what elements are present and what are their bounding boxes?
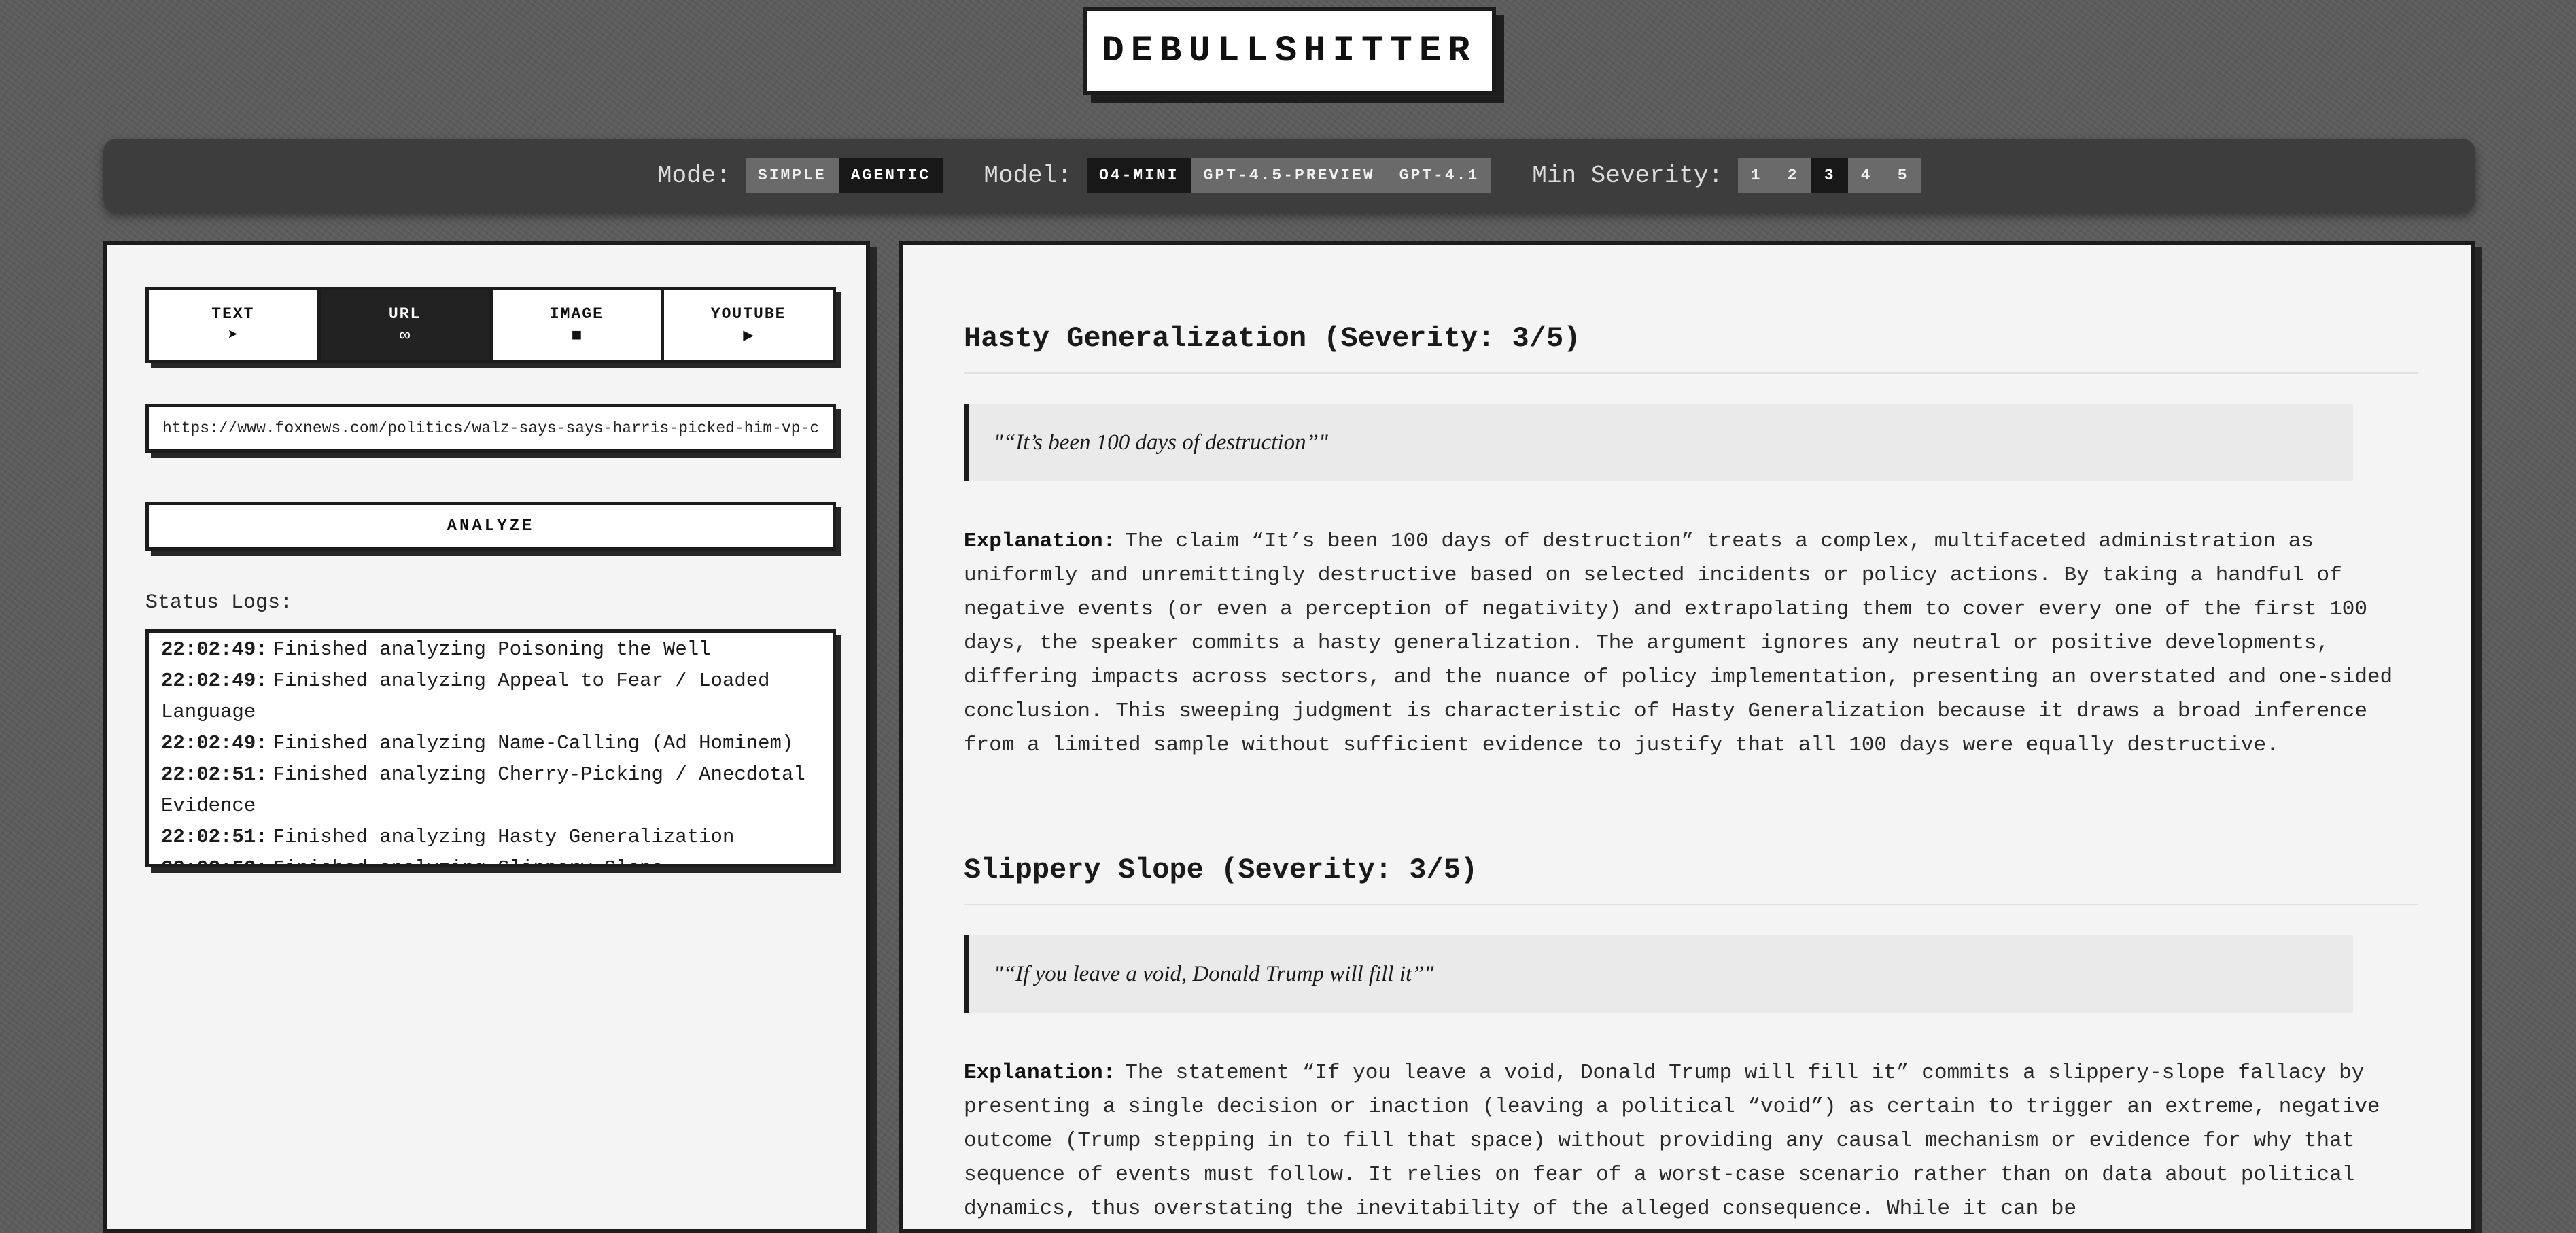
model-o4-mini-button[interactable]: O4-MINI [1086,158,1191,193]
mode-selector: SIMPLE AGENTIC [745,158,943,193]
log-entry: 22:02:51: Finished analyzing Cherry-Picki… [161,759,820,822]
model-gpt-4-5-preview-button[interactable]: GPT-4.5-PREVIEW [1191,158,1387,193]
analyze-button[interactable]: ANALYZE [145,502,836,551]
mode-simple-button[interactable]: SIMPLE [745,158,839,193]
severity-1-button[interactable]: 1 [1738,158,1775,193]
log-timestamp: 22:02:49: [161,670,268,692]
explanation-label: Explanation: [964,1061,1116,1085]
severity-2-button[interactable]: 2 [1775,158,1812,193]
log-timestamp: 22:02:49: [161,732,268,754]
explanation-label: Explanation: [964,529,1116,553]
log-entry: 22:02:49: Finished analyzing Name-Calling… [161,728,820,759]
fallacy-quote: "“It’s been 100 days of destruction”" [964,404,2353,481]
url-input[interactable] [145,404,836,453]
settings-toolbar: Mode: SIMPLE AGENTIC Model: O4-MINI GPT-… [103,139,2475,212]
app-title: DEBULLSHITTER [1102,30,1477,72]
severity-5-button[interactable]: 5 [1885,158,1922,193]
status-logs-list[interactable]: 22:02:49: Finished analyzing Poisoning th… [145,629,836,867]
image-icon: ■ [571,326,582,346]
link-icon: ∞ [399,326,411,346]
severity-group: Min Severity: 1 2 3 4 5 [1532,158,1922,193]
tab-text-label: TEXT [211,305,255,323]
log-entry: 22:02:52: Finished analyzing Slippery Slo… [161,853,820,864]
severity-selector: 1 2 3 4 5 [1738,158,1922,193]
severity-label: Min Severity: [1532,161,1724,190]
results-panel: Hasty Generalization (Severity: 3/5) "“I… [899,241,2475,1233]
model-gpt-4-1-button[interactable]: GPT-4.1 [1387,158,1492,193]
log-message: Finished analyzing Name-Calling (Ad Homi… [273,732,794,754]
app-title-box: DEBULLSHITTER [1083,7,1496,95]
model-label: Model: [984,161,1072,190]
tab-image[interactable]: IMAGE ■ [492,290,665,360]
log-message: Finished analyzing Poisoning the Well [273,638,711,661]
mode-label: Mode: [657,161,731,190]
explanation-text: The statement “If you leave a void, Dona… [964,1061,2380,1221]
fallacy-quote: "“If you leave a void, Donald Trump will… [964,935,2353,1013]
log-message: Finished analyzing Slippery Slope [273,857,663,864]
input-panel: TEXT ➤ URL ∞ IMAGE ■ YOUTUBE ▶ ANALYZE S… [103,241,870,1233]
tab-text[interactable]: TEXT ➤ [149,290,321,360]
status-logs-heading: Status Logs: [145,591,293,614]
mode-agentic-button[interactable]: AGENTIC [838,158,943,193]
log-entry: 22:02:51: Finished analyzing Hasty Genera… [161,822,820,853]
fallacy-explanation: Explanation: The statement “If you leave … [964,1056,2418,1226]
log-entry: 22:02:49: Finished analyzing Appeal to Fe… [161,665,820,728]
model-group: Model: O4-MINI GPT-4.5-PREVIEW GPT-4.1 [984,158,1492,193]
log-timestamp: 22:02:51: [161,826,268,848]
log-timestamp: 22:02:51: [161,763,268,786]
model-selector: O4-MINI GPT-4.5-PREVIEW GPT-4.1 [1086,158,1492,193]
tab-url-label: URL [388,305,421,323]
mode-group: Mode: SIMPLE AGENTIC [657,158,943,193]
tab-image-label: IMAGE [549,305,604,323]
explanation-text: The claim “It’s been 100 days of destruc… [964,529,2393,757]
log-message: Finished analyzing Hasty Generalization [273,826,735,848]
log-timestamp: 22:02:49: [161,638,268,661]
fallacy-explanation: Explanation: The claim “It’s been 100 day… [964,525,2418,763]
fallacy-title: Hasty Generalization (Severity: 3/5) [964,322,2418,374]
severity-3-button[interactable]: 3 [1811,158,1849,193]
tab-youtube-label: YOUTUBE [710,305,786,323]
arrow-icon: ➤ [228,326,239,346]
tab-youtube[interactable]: YOUTUBE ▶ [664,290,833,360]
severity-4-button[interactable]: 4 [1848,158,1885,193]
fallacy-card-slippery-slope: Slippery Slope (Severity: 3/5) "“If you … [964,854,2418,1226]
input-type-tabs: TEXT ➤ URL ∞ IMAGE ■ YOUTUBE ▶ [145,287,836,363]
log-entry: 22:02:49: Finished analyzing Poisoning th… [161,634,820,665]
tab-url[interactable]: URL ∞ [320,290,493,360]
fallacy-card-hasty-generalization: Hasty Generalization (Severity: 3/5) "“I… [964,322,2418,763]
play-icon: ▶ [743,326,754,346]
fallacy-title: Slippery Slope (Severity: 3/5) [964,854,2418,905]
log-timestamp: 22:02:52: [161,857,268,864]
